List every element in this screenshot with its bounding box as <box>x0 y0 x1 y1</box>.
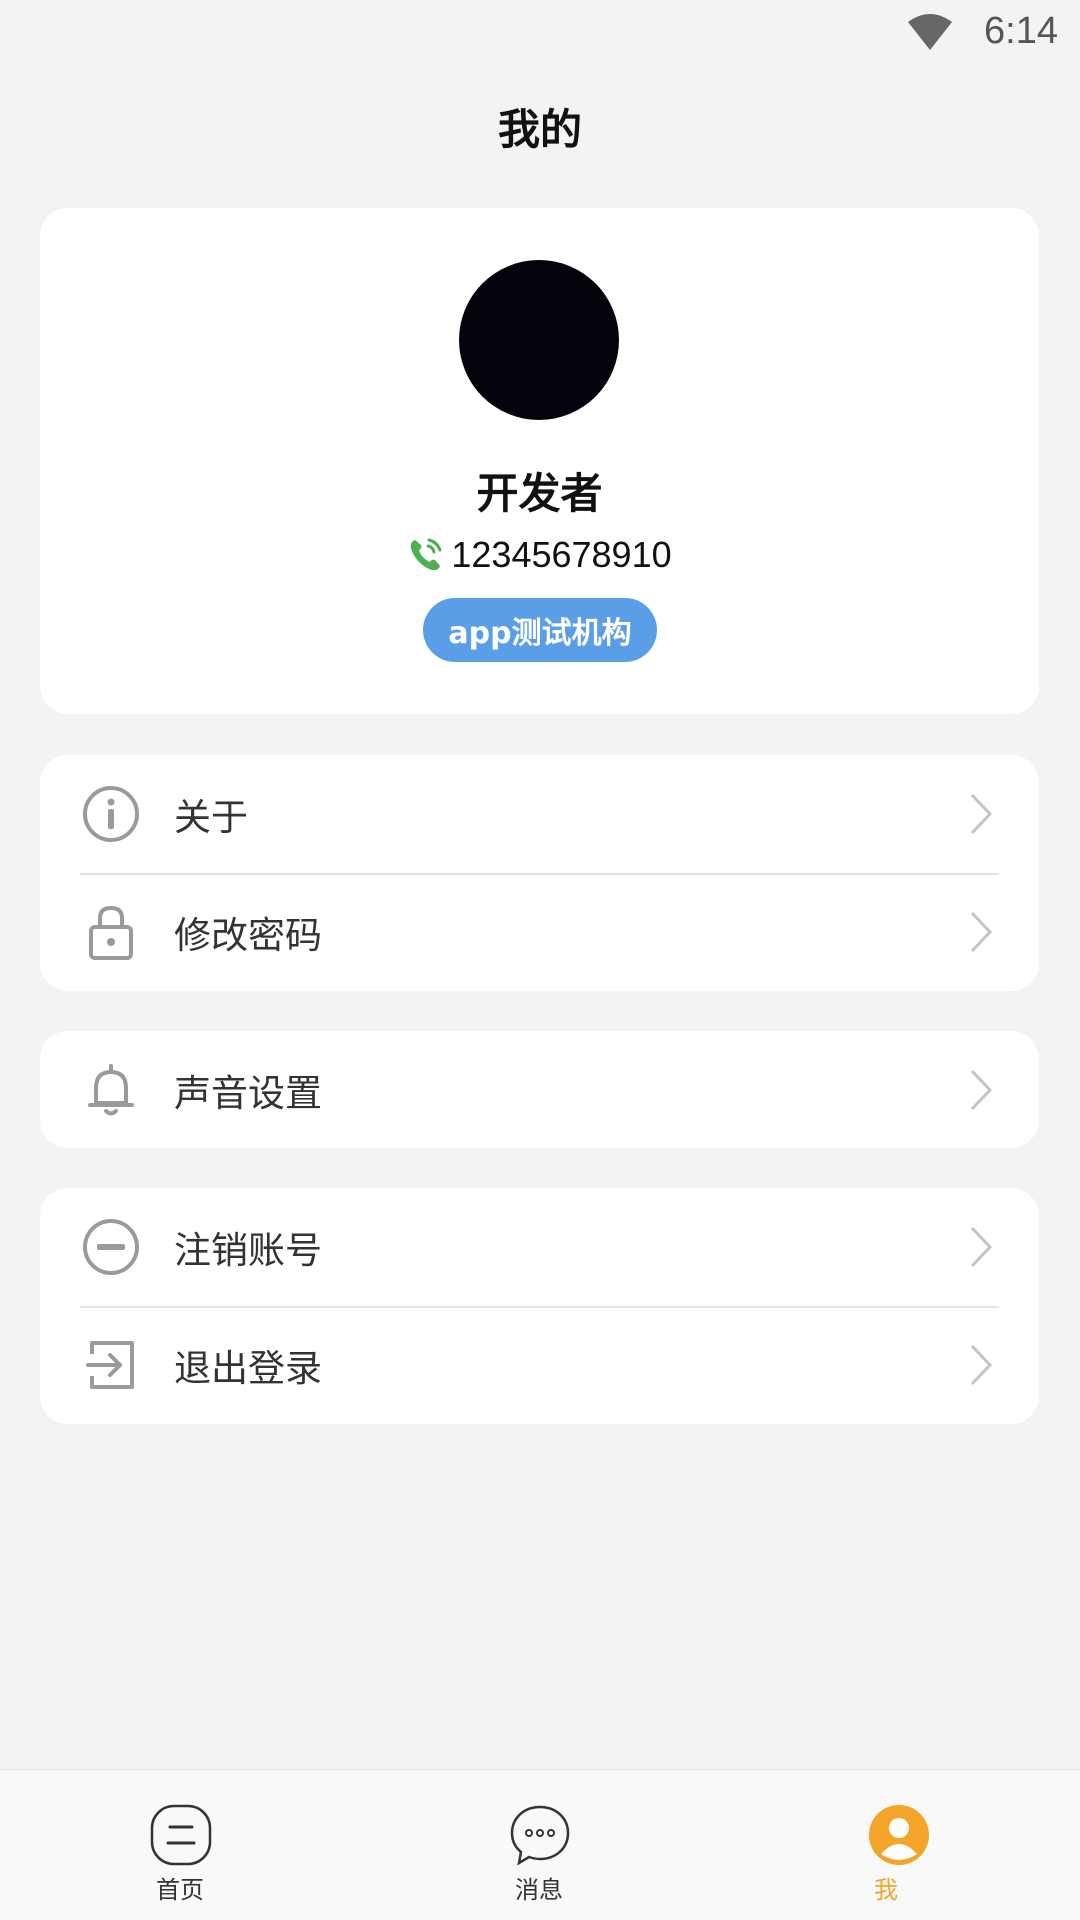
logout-icon <box>86 1341 134 1389</box>
info-icon <box>83 786 139 842</box>
phone-row: 12345678910 <box>40 534 1039 576</box>
menu-label-change-password: 修改密码 <box>174 914 322 957</box>
menu-group-sound: 声音设置 <box>40 1031 1039 1148</box>
tab-label-messages: 消息 <box>515 1876 563 1904</box>
menu-label-delete-account: 注销账号 <box>174 1229 322 1272</box>
tab-messages[interactable]: 消息 <box>439 1770 639 1920</box>
lock-icon <box>89 905 133 960</box>
profile-card: 开发者 12345678910 app测试机构 <box>40 208 1039 714</box>
tab-label-home: 首页 <box>156 1876 204 1904</box>
tab-label-me: 我 <box>874 1876 898 1904</box>
menu-label-sound-settings: 声音设置 <box>174 1071 322 1115</box>
status-time: 6:14 <box>984 10 1058 52</box>
bottom-nav: 首页 消息 我 <box>0 1769 1080 1920</box>
wifi-icon <box>908 14 952 50</box>
chevron-right-icon <box>970 1344 993 1386</box>
menu-label-logout: 退出登录 <box>174 1347 322 1390</box>
bell-icon <box>88 1063 134 1115</box>
menu-group-logout: 注销账号 退出登录 <box>40 1188 1039 1424</box>
message-icon <box>510 1805 570 1866</box>
tab-home[interactable]: 首页 <box>80 1770 280 1920</box>
menu-item-about[interactable]: 关于 <box>40 755 1039 873</box>
chevron-right-icon <box>970 1226 993 1268</box>
status-bar: 6:14 <box>0 0 1080 66</box>
page-title: 我的 <box>497 105 582 154</box>
avatar[interactable] <box>459 260 619 420</box>
minus-circle-icon <box>83 1219 139 1275</box>
organization-badge: app测试机构 <box>423 598 657 662</box>
chevron-right-icon <box>970 911 993 953</box>
phone-icon <box>411 538 442 571</box>
menu-label-about: 关于 <box>174 796 248 839</box>
home-icon <box>150 1804 212 1866</box>
chevron-right-icon <box>970 793 993 835</box>
profile-icon <box>869 1805 929 1865</box>
menu-item-delete-account[interactable]: 注销账号 <box>40 1188 1039 1306</box>
menu-item-logout[interactable]: 退出登录 <box>40 1306 1039 1424</box>
menu-group-account: 关于 修改密码 <box>40 755 1039 991</box>
phone-number: 12345678910 <box>451 534 672 575</box>
profile-screen: 6:14 我的 开发者 12345678910 app测试机构 关于 修改密码 … <box>0 0 1080 1920</box>
tab-me[interactable]: 我 <box>798 1770 998 1920</box>
chevron-right-icon <box>970 1069 993 1110</box>
user-name: 开发者 <box>476 469 603 518</box>
menu-item-sound-settings[interactable]: 声音设置 <box>40 1031 1039 1148</box>
menu-item-change-password[interactable]: 修改密码 <box>40 873 1039 991</box>
